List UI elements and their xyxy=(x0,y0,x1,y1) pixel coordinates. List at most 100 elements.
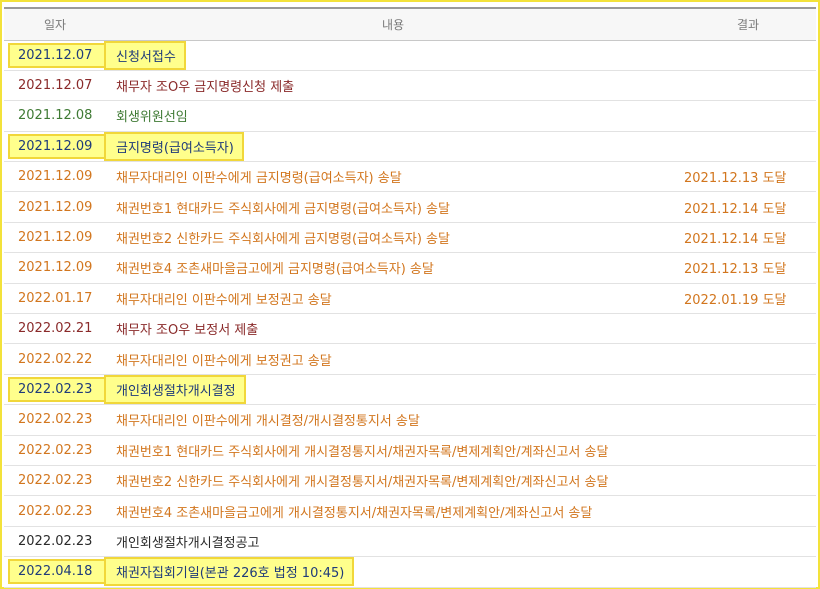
row-date: 2022.02.23 xyxy=(18,503,93,519)
row-date: 2022.02.23 xyxy=(18,473,93,489)
row-content-cell: 채무자대리인 이판수에게 개시결정/개시결정통지서 송달 xyxy=(106,404,680,436)
row-date-cell: 2022.02.23 xyxy=(4,495,106,527)
row-date: 2022.02.23 xyxy=(18,412,93,428)
table-row: 2021.12.09 채무자대리인 이판수에게 금지명령(급여소득자) 송달 202… xyxy=(4,161,816,193)
highlighted-content: 개인회생절차개시결정 xyxy=(104,374,246,404)
highlighted-content: 금지명령(급여소득자) xyxy=(104,131,244,161)
row-date-cell: 2022.02.23 xyxy=(4,465,106,497)
row-result-cell: 2021.12.13 도달 xyxy=(680,252,816,284)
row-content-cell: 채무자대리인 이판수에게 보정권고 송달 xyxy=(106,283,680,315)
row-result-cell xyxy=(680,374,816,406)
row-date: 2021.12.09 xyxy=(18,260,93,276)
row-content-cell: 채권번호1 현대카드 주식회사에게 개시결정통지서/채권자목록/변제계획안/계좌… xyxy=(106,435,680,466)
case-progress-table: 일자 내용 결과 2021.12.07 신청서접수 2021.12.07 채무자 조O… xyxy=(4,7,816,588)
row-result-cell: 2022.01.19 도달 xyxy=(680,283,816,315)
table-row: 2022.01.17 채무자대리인 이판수에게 보정권고 송달 2022.01.19… xyxy=(4,283,816,315)
row-result-cell xyxy=(680,313,816,345)
row-result-cell xyxy=(680,435,816,466)
table-row: 2022.02.23 개인회생절차개시결정공고 xyxy=(4,526,816,558)
row-content: 채권번호4 조촌새마을금고에게 금지명령(급여소득자) 송달 xyxy=(116,262,434,278)
row-result-cell xyxy=(680,404,816,436)
row-content-cell: 신청서접수 xyxy=(104,40,680,71)
row-result-cell xyxy=(680,70,816,102)
row-result-cell xyxy=(680,40,816,71)
table-row: 2022.02.23 채권번호2 신한카드 주식회사에게 개시결정통지서/채권자목… xyxy=(4,465,816,497)
table-row: 2022.04.18 채권자집회기일(본관 226호 법정 10:45) xyxy=(4,556,816,588)
row-content: 회생위원선임 xyxy=(116,110,188,126)
row-date: 2022.02.22 xyxy=(18,351,93,367)
row-content: 채무자 조O우 보정서 제출 xyxy=(116,323,259,339)
row-date-cell: 2022.02.23 xyxy=(4,526,106,558)
row-content-cell: 개인회생절차개시결정 xyxy=(104,374,680,406)
row-content-cell: 채권번호2 신한카드 주식회사에게 금지명령(급여소득자) 송달 xyxy=(106,222,680,254)
highlighted-content: 신청서접수 xyxy=(104,40,186,70)
row-content: 채권번호2 신한카드 주식회사에게 금지명령(급여소득자) 송달 xyxy=(116,232,450,248)
row-date: 2022.02.23 xyxy=(18,533,93,549)
case-progress-frame: 일자 내용 결과 2021.12.07 신청서접수 2021.12.07 채무자 조O… xyxy=(0,0,820,589)
row-content-cell: 채권번호2 신한카드 주식회사에게 개시결정통지서/채권자목록/변제계획안/계좌… xyxy=(106,465,680,497)
row-date: 2022.02.23 xyxy=(18,442,93,458)
highlighted-date: 2022.04.18 xyxy=(7,559,117,585)
table-row: 2021.12.08 회생위원선임 xyxy=(4,100,816,132)
row-result-cell xyxy=(680,100,816,132)
table-row: 2022.02.23 채권번호4 조촌새마을금고에게 개시결정통지서/채권자목록/… xyxy=(4,495,816,527)
row-date: 2022.01.17 xyxy=(18,290,93,306)
row-date-cell: 2021.12.09 xyxy=(4,252,106,284)
highlighted-date: 2021.12.07 xyxy=(7,42,117,68)
table-row: 2021.12.09 채권번호1 현대카드 주식회사에게 금지명령(급여소득자) … xyxy=(4,191,816,223)
row-content-cell: 채무자대리인 이판수에게 보정권고 송달 xyxy=(106,343,680,375)
row-content: 채무자 조O우 금지명령신청 제출 xyxy=(116,80,295,96)
row-content-cell: 금지명령(급여소득자) xyxy=(104,131,680,163)
table-row: 2021.12.09 금지명령(급여소득자) xyxy=(4,131,816,163)
row-date: 2021.12.09 xyxy=(18,169,93,185)
row-result-cell: 2021.12.13 도달 xyxy=(680,161,816,193)
row-date-cell: 2022.02.22 xyxy=(4,343,106,375)
row-date-cell: 2021.12.07 xyxy=(4,40,117,71)
row-result: 2021.12.14 도달 xyxy=(684,232,787,248)
row-content-cell: 채무자 조O우 금지명령신청 제출 xyxy=(106,70,680,102)
row-date: 2021.12.09 xyxy=(18,230,93,246)
row-result-cell xyxy=(680,343,816,375)
row-date-cell: 2021.12.08 xyxy=(4,100,106,132)
highlighted-date: 2021.12.09 xyxy=(7,133,117,159)
row-date-cell: 2022.02.23 xyxy=(4,404,106,436)
table-row: 2022.02.23 채권번호1 현대카드 주식회사에게 개시결정통지서/채권자목… xyxy=(4,435,816,466)
row-content-cell: 채권번호4 조촌새마을금고에게 개시결정통지서/채권자목록/변제계획안/계좌신고… xyxy=(106,495,680,527)
row-result-cell: 2021.12.14 도달 xyxy=(680,191,816,223)
table-row: 2022.02.21 채무자 조O우 보정서 제출 xyxy=(4,313,816,345)
row-date-cell: 2021.12.09 xyxy=(4,161,106,193)
row-result-cell xyxy=(680,556,816,588)
row-content: 채무자대리인 이판수에게 금지명령(급여소득자) 송달 xyxy=(116,171,402,187)
row-content: 채권번호4 조촌새마을금고에게 개시결정통지서/채권자목록/변제계획안/계좌신고… xyxy=(116,505,593,521)
table-row: 2022.02.22 채무자대리인 이판수에게 보정권고 송달 xyxy=(4,343,816,375)
row-content: 채권번호2 신한카드 주식회사에게 개시결정통지서/채권자목록/변제계획안/계좌… xyxy=(116,475,609,491)
row-content: 채권번호1 현대카드 주식회사에게 개시결정통지서/채권자목록/변제계획안/계좌… xyxy=(116,444,609,460)
table-body: 2021.12.07 신청서접수 2021.12.07 채무자 조O우 금지명령신청 … xyxy=(4,40,816,588)
row-date: 2021.12.09 xyxy=(18,199,93,215)
row-date-cell: 2021.12.09 xyxy=(4,131,117,163)
row-result-cell xyxy=(680,495,816,527)
row-date-cell: 2022.02.21 xyxy=(4,313,106,345)
row-date-cell: 2022.02.23 xyxy=(4,435,106,466)
row-date-cell: 2022.04.18 xyxy=(4,556,117,588)
row-date: 2022.02.21 xyxy=(18,321,93,337)
table-row: 2021.12.07 채무자 조O우 금지명령신청 제출 xyxy=(4,70,816,102)
row-content: 개인회생절차개시결정공고 xyxy=(116,535,260,551)
row-content-cell: 회생위원선임 xyxy=(106,100,680,132)
row-content-cell: 채권번호4 조촌새마을금고에게 금지명령(급여소득자) 송달 xyxy=(106,252,680,284)
row-content: 채무자대리인 이판수에게 보정권고 송달 xyxy=(116,353,332,369)
row-content-cell: 채무자 조O우 보정서 제출 xyxy=(106,313,680,345)
row-content: 채무자대리인 이판수에게 보정권고 송달 xyxy=(116,292,332,308)
row-date: 2021.12.07 xyxy=(18,78,93,94)
table-row: 2021.12.07 신청서접수 xyxy=(4,40,816,71)
row-date-cell: 2022.01.17 xyxy=(4,283,106,315)
row-result-cell: 2021.12.14 도달 xyxy=(680,222,816,254)
row-content-cell: 채무자대리인 이판수에게 금지명령(급여소득자) 송달 xyxy=(106,161,680,193)
row-content-cell: 채권번호1 현대카드 주식회사에게 금지명령(급여소득자) 송달 xyxy=(106,191,680,223)
header-content: 내용 xyxy=(106,7,680,41)
table-row: 2021.12.09 채권번호4 조촌새마을금고에게 금지명령(급여소득자) 송달… xyxy=(4,252,816,284)
row-result: 2021.12.14 도달 xyxy=(684,201,787,217)
row-date-cell: 2021.12.09 xyxy=(4,191,106,223)
row-content-cell: 채권자집회기일(본관 226호 법정 10:45) xyxy=(103,556,680,588)
highlighted-content: 채권자집회기일(본관 226호 법정 10:45) xyxy=(103,557,355,587)
